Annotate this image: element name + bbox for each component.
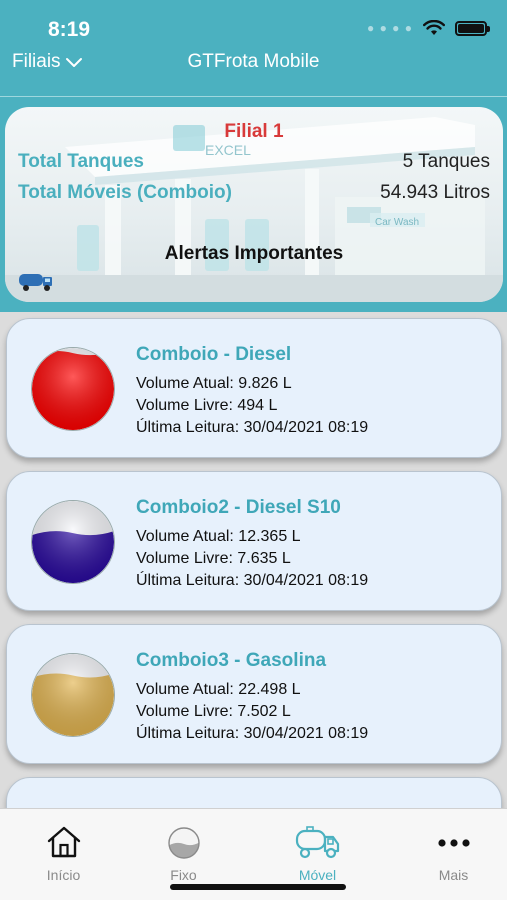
tank-ultima-leitura: Última Leitura: 30/04/2021 08:19 <box>136 725 369 742</box>
tank-name: Comboio2 - Diesel S10 <box>136 497 341 518</box>
tank-volume-livre: Volume Livre: 7.502 L <box>136 703 291 720</box>
tab-mais[interactable]: Mais <box>390 809 507 900</box>
tank-level-gauge <box>31 347 115 431</box>
tank-ultima-leitura: Última Leitura: 30/04/2021 08:19 <box>136 572 369 589</box>
tank-volume-livre: Volume Livre: 7.635 L <box>136 550 291 567</box>
tank-level-gauge <box>31 500 115 584</box>
tank-level-gauge <box>31 653 115 737</box>
tank-card-partial[interactable] <box>6 777 502 808</box>
car-wash-sign-text: Car Wash <box>375 217 419 228</box>
tab-label: Fixo <box>170 867 197 883</box>
total-tanques-label: Total Tanques <box>18 151 144 172</box>
tank-volume-atual: Volume Atual: 22.498 L <box>136 681 301 698</box>
tab-inicio[interactable]: Início <box>0 809 127 900</box>
tank-ultima-leitura: Última Leitura: 30/04/2021 08:19 <box>136 419 369 436</box>
home-icon <box>47 826 80 858</box>
station-sign-text: EXCEL <box>205 142 251 158</box>
tank-volume-livre: Volume Livre: 494 L <box>136 397 278 414</box>
tanker-truck-icon <box>295 826 339 859</box>
tab-label: Mais <box>438 867 469 883</box>
app-header: 8:19 ● ● ● ● Filiais GTFrota Mobile <box>0 0 507 97</box>
app-title: GTFrota Mobile <box>187 51 320 72</box>
tank-name: Comboio3 - Gasolina <box>136 650 327 671</box>
status-icons: ● ● ● ● <box>367 20 490 36</box>
status-time: 8:19 <box>48 18 91 41</box>
tank-volume-atual: Volume Atual: 12.365 L <box>136 528 301 545</box>
tab-label: Início <box>46 867 81 883</box>
signal-icon: ● ● ● ● <box>367 21 413 35</box>
wifi-icon <box>423 20 445 35</box>
total-moveis-value: 54.943 Litros <box>380 182 490 203</box>
tanker-truck-icon <box>19 274 52 291</box>
tank-card[interactable]: Comboio2 - Diesel S10 Volume Atual: 12.3… <box>6 471 502 611</box>
alertas-importantes-button[interactable]: Alertas Importantes <box>5 243 503 265</box>
tank-card[interactable]: Comboio3 - Gasolina Volume Atual: 22.498… <box>6 624 502 764</box>
summary-card: EXCEL Car Wash Filial 1 Total Tanques 5 … <box>5 107 503 302</box>
tank-card[interactable]: Comboio - Diesel Volume Atual: 9.826 L V… <box>6 318 502 458</box>
fixed-tank-icon <box>167 827 200 859</box>
tank-volume-atual: Volume Atual: 9.826 L <box>136 375 292 392</box>
filial-name: Filial 1 <box>224 121 284 142</box>
home-indicator <box>170 884 346 890</box>
more-icon <box>437 839 470 847</box>
tab-label: Móvel <box>298 867 337 883</box>
tank-list[interactable]: Comboio - Diesel Volume Atual: 9.826 L V… <box>0 312 507 808</box>
summary-section: EXCEL Car Wash Filial 1 Total Tanques 5 … <box>0 97 507 312</box>
total-tanques-value: 5 Tanques <box>402 151 490 172</box>
battery-icon <box>455 20 490 36</box>
total-moveis-label: Total Móveis (Comboio) <box>18 182 232 203</box>
tank-name: Comboio - Diesel <box>136 344 292 365</box>
